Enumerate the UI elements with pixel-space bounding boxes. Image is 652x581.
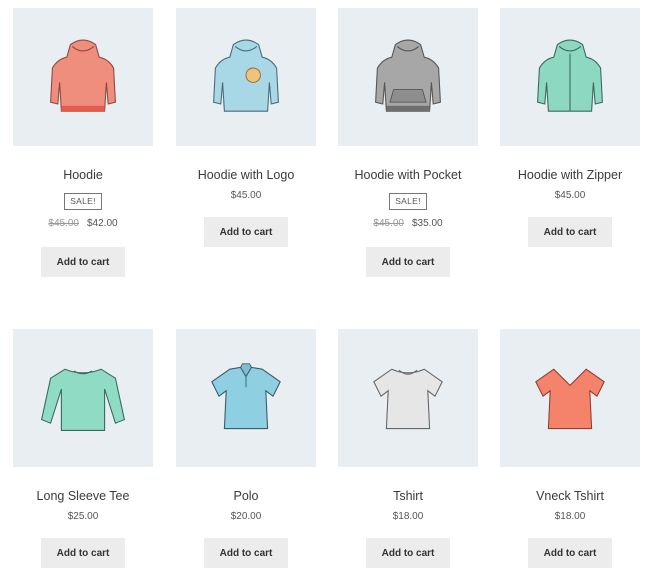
current-price: $45.00 [230,190,262,201]
long-sleeve-tee-icon [40,368,126,431]
product-card: Tshirt $18.00 Add to cart [338,329,478,568]
sale-badge: SALE! [389,192,427,210]
product-price: $20.00 [176,510,316,524]
product-image[interactable] [500,8,640,146]
add-to-cart-button[interactable]: Add to cart [528,217,612,247]
product-price: $45.00 $35.00 [338,217,478,231]
product-card: Hoodie SALE! $45.00 $42.00 Add to cart [13,8,153,277]
product-name[interactable]: Hoodie with Pocket [338,167,478,183]
sale-badge: SALE! [64,192,102,210]
product-price: $45.00 $42.00 [13,217,153,231]
hoodie-icon [50,39,116,112]
add-to-cart-button[interactable]: Add to cart [204,217,288,247]
current-price: $25.00 [67,511,99,522]
polo-icon [211,363,281,430]
hoodie-zipper-icon [537,39,603,112]
add-to-cart-button[interactable]: Add to cart [41,247,125,277]
product-card: Hoodie with Logo $45.00 Add to cart [176,8,316,247]
current-price: $18.00 [392,511,424,522]
add-to-cart-button[interactable]: Add to cart [528,538,612,568]
product-card: Hoodie with Pocket SALE! $45.00 $35.00 Ad… [338,8,478,277]
product-image[interactable] [13,8,153,146]
product-price: $18.00 [338,510,478,524]
current-price: $18.00 [554,511,586,522]
product-card: Long Sleeve Tee $25.00 Add to cart [13,329,153,568]
product-price: $25.00 [13,510,153,524]
product-image[interactable] [338,8,478,146]
add-to-cart-button[interactable]: Add to cart [41,538,125,568]
old-price: $45.00 [373,218,404,229]
product-name[interactable]: Hoodie with Zipper [500,167,640,183]
add-to-cart-button[interactable]: Add to cart [366,538,450,568]
product-name[interactable]: Long Sleeve Tee [13,488,153,504]
tshirt-icon [373,368,443,430]
product-image[interactable] [13,329,153,467]
current-price: $35.00 [412,218,443,229]
product-price: $18.00 [500,510,640,524]
product-name[interactable]: Hoodie [13,167,153,183]
product-price: $45.00 [176,189,316,203]
product-card: Vneck Tshirt $18.00 Add to cart [500,329,640,568]
add-to-cart-button[interactable]: Add to cart [204,538,288,568]
product-card: Hoodie with Zipper $45.00 Add to cart [500,8,640,247]
product-image[interactable] [338,329,478,467]
current-price: $42.00 [87,218,118,229]
add-to-cart-button[interactable]: Add to cart [366,247,450,277]
hoodie-logo-icon [213,39,279,112]
product-card: Polo $20.00 Add to cart [176,329,316,568]
vneck-tshirt-icon [535,368,605,430]
product-name[interactable]: Polo [176,488,316,504]
current-price: $45.00 [554,190,586,201]
product-image[interactable] [176,329,316,467]
hoodie-pocket-icon [375,39,441,112]
product-price: $45.00 [500,189,640,203]
product-name[interactable]: Tshirt [338,488,478,504]
product-name[interactable]: Vneck Tshirt [500,488,640,504]
current-price: $20.00 [230,511,262,522]
product-grid: Hoodie SALE! $45.00 $42.00 Add to cart Ho… [0,0,652,581]
old-price: $45.00 [48,218,79,229]
product-image[interactable] [500,329,640,467]
product-name[interactable]: Hoodie with Logo [176,167,316,183]
product-image[interactable] [176,8,316,146]
